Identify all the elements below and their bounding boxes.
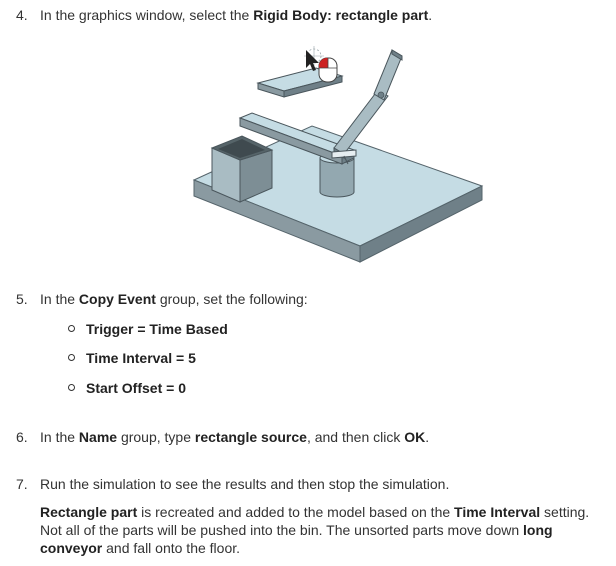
- step-number: 7.: [16, 476, 28, 492]
- setting-item: Trigger = Time Based: [68, 320, 228, 338]
- setting-item: Time Interval = 5: [68, 349, 196, 367]
- step-number: 5.: [16, 291, 28, 307]
- bin: [210, 135, 274, 203]
- ui-term: OK: [404, 429, 426, 445]
- bullet-circle-icon: [68, 384, 75, 391]
- ui-term: Rigid Body: rectangle part: [253, 7, 429, 23]
- simulation-figure: [192, 46, 484, 263]
- setting-text: Time Interval = 5: [86, 350, 196, 366]
- setting-item: Start Offset = 0: [68, 379, 186, 397]
- step-text: In the Name group, type rectangle source…: [40, 429, 430, 445]
- step-number: 4.: [16, 7, 28, 23]
- ui-term: Copy Event: [78, 291, 156, 307]
- ui-term: rectangle source: [194, 429, 307, 445]
- step-text: In the Copy Event group, set the followi…: [40, 291, 308, 307]
- ui-term: Name: [78, 429, 118, 445]
- step-text: In the graphics window, select the Rigid…: [40, 7, 433, 23]
- result-paragraph: Rectangle part is recreated and added to…: [40, 504, 590, 556]
- bullet-circle-icon: [68, 354, 75, 361]
- setting-text: Start Offset = 0: [86, 380, 186, 396]
- bullet-circle-icon: [68, 325, 75, 332]
- setting-text: Trigger = Time Based: [86, 321, 228, 337]
- step-number: 6.: [16, 429, 28, 445]
- step-text: Run the simulation to see the results an…: [40, 476, 450, 492]
